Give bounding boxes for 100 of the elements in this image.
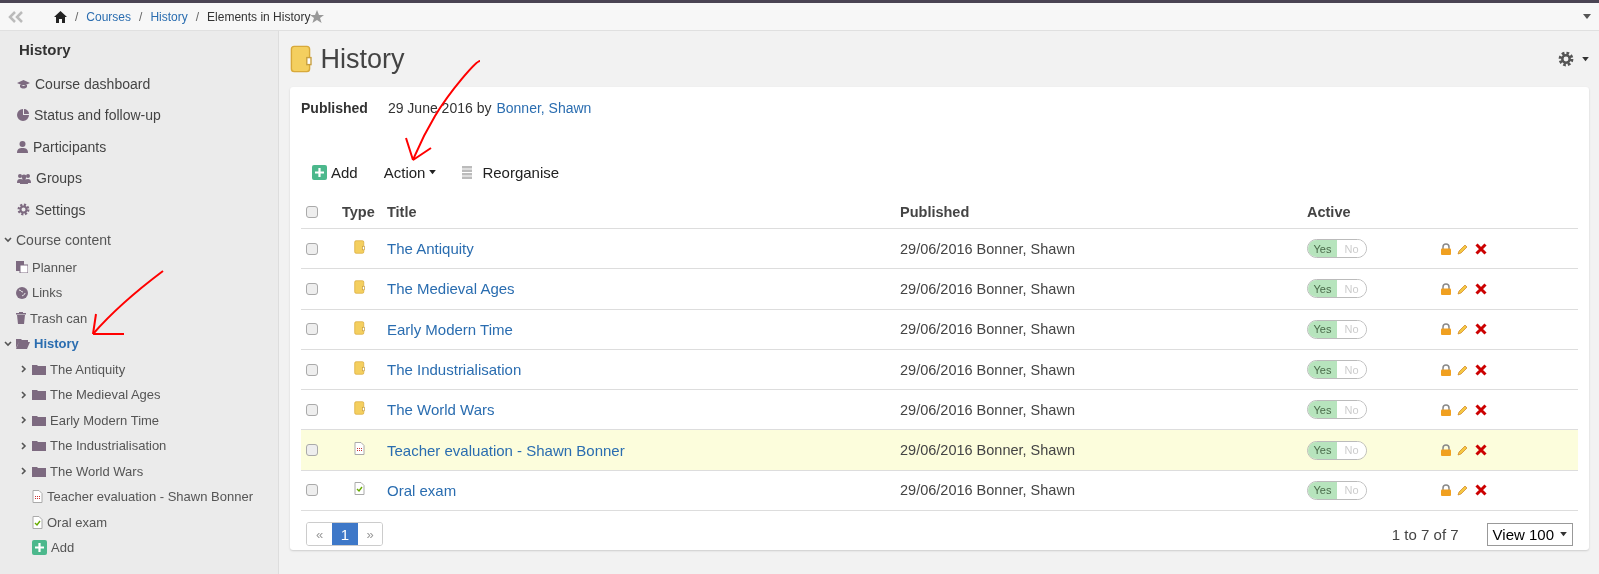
title-link[interactable]: Early Modern Time	[387, 320, 900, 338]
row-checkbox[interactable]	[306, 444, 318, 457]
row-checkbox[interactable]	[306, 363, 318, 376]
row-checkbox[interactable]	[306, 484, 318, 497]
select-all-checkbox[interactable]	[306, 206, 318, 218]
trash-icon	[16, 312, 26, 325]
title-link[interactable]: Teacher evaluation - Shawn Bonner	[387, 441, 900, 459]
delete-icon[interactable]	[1475, 444, 1487, 457]
caret-icon[interactable]	[1583, 13, 1591, 20]
chevron-right-icon[interactable]	[20, 416, 28, 425]
collapse-icon[interactable]	[8, 10, 24, 23]
tree-item[interactable]: Planner	[32, 259, 77, 275]
table-cell-text: 29/06/2016 Bonner, Shawn	[900, 321, 1076, 338]
folder-icon	[354, 280, 366, 295]
row-checkbox[interactable]	[306, 282, 318, 295]
row-checkbox[interactable]	[306, 403, 318, 416]
pencil-icon[interactable]	[1457, 363, 1469, 376]
lock-icon[interactable]	[1441, 484, 1451, 497]
open-folder-icon	[16, 338, 30, 350]
page-button[interactable]: 1	[332, 523, 358, 546]
pencil-icon[interactable]	[1457, 282, 1469, 295]
plus-icon	[32, 540, 47, 556]
delete-icon[interactable]	[1475, 484, 1487, 497]
breadcrumb-link[interactable]: History	[150, 9, 188, 24]
caret-icon	[429, 169, 437, 175]
pencil-icon[interactable]	[1457, 242, 1469, 255]
table-cell-text: 29/06/2016 Bonner, Shawn	[900, 280, 1076, 297]
people-icon	[17, 172, 31, 184]
caret-icon	[1560, 531, 1567, 537]
pencil-icon[interactable]	[1457, 323, 1469, 336]
globe-icon	[16, 286, 28, 299]
tree-item[interactable]: Links	[32, 285, 63, 301]
delete-icon[interactable]	[1475, 323, 1487, 336]
nav-item[interactable]: Participants	[0, 131, 278, 163]
column-header: Published	[900, 204, 971, 220]
checked-document-icon	[32, 515, 43, 529]
title-link[interactable]: Oral exam	[387, 481, 900, 499]
tree-item[interactable]: The World Wars	[50, 463, 144, 479]
chevron-down-icon[interactable]	[4, 236, 12, 244]
breadcrumb-current[interactable]: Elements in History	[207, 9, 311, 24]
folder-icon	[354, 361, 366, 376]
lock-icon[interactable]	[1441, 282, 1451, 295]
caret-icon[interactable]	[1582, 56, 1589, 62]
tree-item[interactable]: History	[34, 336, 79, 352]
pencil-icon[interactable]	[1457, 403, 1469, 416]
section-header[interactable]: Course content	[16, 232, 111, 248]
add-link[interactable]: Add	[51, 540, 75, 556]
star-icon[interactable]	[310, 9, 325, 24]
table-cell-text: 29/06/2016 Bonner, Shawn	[900, 240, 1076, 257]
tree-item[interactable]: The Antiquity	[50, 361, 126, 377]
checked-document-icon	[354, 482, 365, 496]
reorganise-button[interactable]: Reorganise	[462, 163, 560, 181]
home-icon[interactable]	[54, 10, 67, 23]
delete-icon[interactable]	[1475, 363, 1487, 376]
lock-icon[interactable]	[1441, 444, 1451, 457]
nav-item[interactable]: Groups	[0, 162, 278, 194]
chevron-right-icon[interactable]	[20, 467, 28, 476]
folder-icon	[354, 401, 366, 416]
tree-item[interactable]: Teacher evaluation - Shawn Bonner	[47, 489, 253, 505]
author-link[interactable]: Bonner, Shawn	[496, 100, 592, 116]
tree-item[interactable]: Oral exam	[47, 514, 107, 530]
delete-icon[interactable]	[1475, 403, 1487, 416]
lock-icon[interactable]	[1441, 363, 1451, 376]
tree-item[interactable]: Trash can	[30, 310, 88, 326]
pencil-icon[interactable]	[1457, 444, 1469, 457]
title-link[interactable]: The Antiquity	[387, 240, 900, 258]
nav-item[interactable]: Course dashboard	[0, 68, 278, 100]
stack-icon	[462, 165, 473, 179]
chevron-right-icon[interactable]	[20, 441, 28, 450]
chevron-right-icon[interactable]	[20, 390, 28, 399]
page-size-select[interactable]: View 100	[1486, 522, 1573, 546]
title-link[interactable]: The Industrialisation	[387, 361, 900, 379]
lock-icon[interactable]	[1441, 403, 1451, 416]
add-button[interactable]: Add	[312, 163, 358, 181]
tree-item[interactable]: The Medieval Ages	[50, 387, 161, 403]
sidebar-title: History	[18, 40, 72, 60]
title-link[interactable]: The World Wars	[387, 401, 900, 419]
lock-icon[interactable]	[1441, 242, 1451, 255]
lock-icon[interactable]	[1441, 323, 1451, 336]
delete-icon[interactable]	[1475, 242, 1487, 255]
table-cell-text: 29/06/2016 Bonner, Shawn	[900, 442, 1076, 459]
pencil-icon[interactable]	[1457, 484, 1469, 497]
settings-icon[interactable]	[1558, 51, 1574, 67]
row-checkbox[interactable]	[306, 242, 318, 255]
pie-chart-icon	[17, 109, 29, 122]
column-header: Type	[342, 204, 376, 220]
row-checkbox[interactable]	[306, 323, 318, 336]
table-cell-text: 29/06/2016 Bonner, Shawn	[900, 361, 1076, 378]
tree-item[interactable]: The Industrialisation	[50, 438, 167, 454]
title-link[interactable]: The Medieval Ages	[387, 280, 900, 298]
action-dropdown[interactable]: Action	[383, 163, 437, 181]
chevron-down-icon[interactable]	[4, 339, 12, 348]
tree-item[interactable]: Early Modern Time	[50, 412, 160, 428]
folder-icon	[32, 389, 46, 401]
nav-item[interactable]: Status and follow-up	[0, 99, 278, 131]
delete-icon[interactable]	[1475, 282, 1487, 295]
breadcrumb-link[interactable]: Courses	[86, 9, 132, 24]
nav-item[interactable]: Settings	[0, 194, 278, 226]
calendar-pages-icon	[16, 261, 28, 274]
chevron-right-icon[interactable]	[20, 365, 28, 374]
